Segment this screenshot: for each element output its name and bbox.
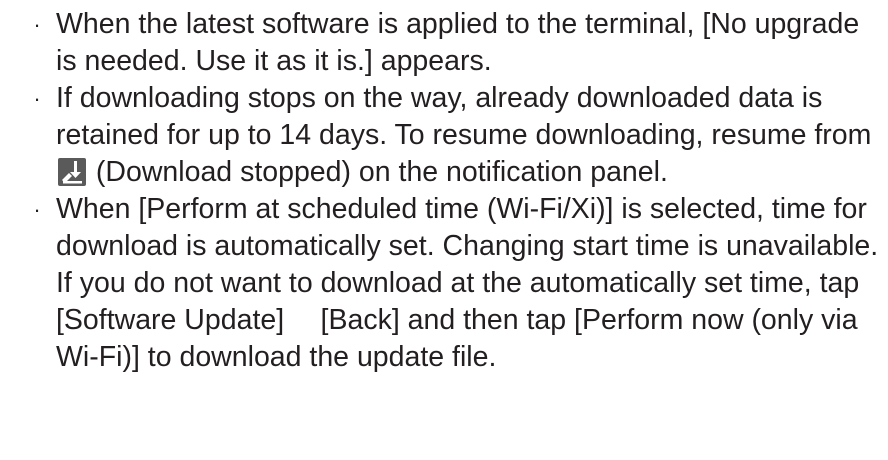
note-text-after-icon: (Download stopped) on the notification p… xyxy=(88,156,668,188)
note-text: When the latest software is applied to t… xyxy=(56,8,860,77)
bullet: · xyxy=(33,86,41,111)
bullet: · xyxy=(33,197,41,222)
note-latest-software: · When the latest software is applied to… xyxy=(0,6,888,80)
notes-list: · When the latest software is applied to… xyxy=(0,6,888,376)
note-scheduled-time: · When [Perform at scheduled time (Wi-Fi… xyxy=(0,191,888,376)
download-stopped-icon xyxy=(58,158,86,186)
bullet: · xyxy=(33,12,41,37)
note-text: When [Perform at scheduled time (Wi-Fi/X… xyxy=(56,193,879,373)
note-download-stopped: · If downloading stops on the way, alrea… xyxy=(0,80,888,191)
note-text-before-icon: If downloading stops on the way, already… xyxy=(56,82,872,151)
